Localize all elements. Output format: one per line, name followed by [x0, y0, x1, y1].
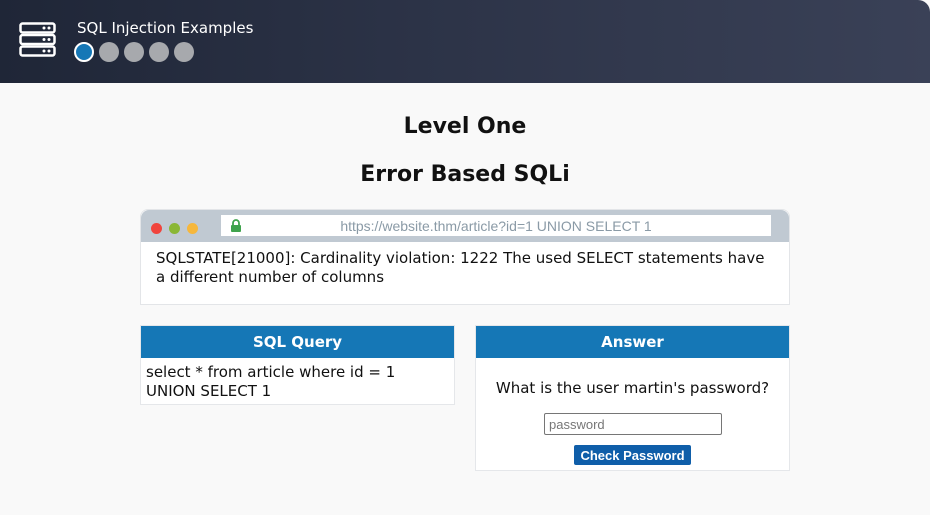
maximize-dot-icon: [187, 223, 198, 234]
server-icon: [19, 22, 56, 57]
browser-mockup: https://website.thm/article?id=1 UNION S…: [140, 209, 790, 305]
step-dot-3[interactable]: [124, 42, 144, 62]
answer-question: What is the user martin's password?: [495, 379, 770, 397]
step-dot-2[interactable]: [99, 42, 119, 62]
step-indicator: [74, 42, 194, 62]
sql-query-panel: SQL Query select * from article where id…: [140, 325, 455, 405]
level-subtitle: Error Based SQLi: [360, 162, 570, 187]
sql-query-heading: SQL Query: [141, 326, 454, 358]
level-title: Level One: [403, 114, 527, 139]
step-dot-5[interactable]: [174, 42, 194, 62]
answer-panel: Answer What is the user martin's passwor…: [475, 325, 790, 471]
error-output: SQLSTATE[21000]: Cardinality violation: …: [156, 249, 765, 286]
lock-icon: [231, 219, 241, 232]
answer-heading: Answer: [476, 326, 789, 358]
step-dot-1[interactable]: [74, 42, 94, 62]
close-dot-icon: [151, 223, 162, 234]
password-input[interactable]: [544, 413, 722, 435]
address-url: https://website.thm/article?id=1 UNION S…: [340, 217, 652, 234]
check-password-button[interactable]: Check Password: [574, 445, 691, 465]
sql-query-text: select * from article where id = 1 UNION…: [146, 363, 396, 400]
address-bar: https://website.thm/article?id=1 UNION S…: [221, 215, 771, 236]
browser-toolbar: https://website.thm/article?id=1 UNION S…: [141, 210, 789, 242]
minimize-dot-icon: [169, 223, 180, 234]
app-title: SQL Injection Examples: [77, 19, 254, 37]
step-dot-4[interactable]: [149, 42, 169, 62]
app-header: SQL Injection Examples: [0, 0, 930, 83]
